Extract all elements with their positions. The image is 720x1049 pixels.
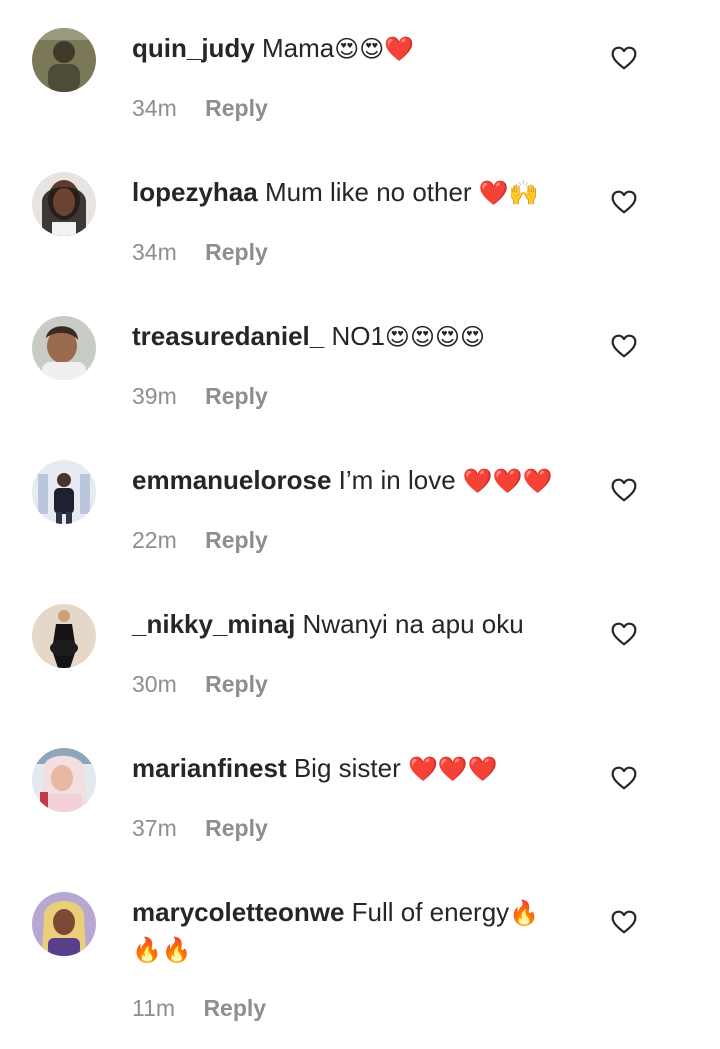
heart-outline-icon[interactable] — [611, 478, 637, 502]
heart-outline-icon[interactable] — [611, 334, 637, 358]
comment-username[interactable]: quin_judy — [132, 33, 255, 63]
comment-text: marycoletteonwe Full of energy🔥🔥🔥 — [132, 894, 562, 968]
heart-outline-icon[interactable] — [611, 766, 637, 790]
comment-meta: 22m Reply — [132, 526, 268, 554]
comment-text: lopezyhaa Mum like no other ❤️🙌 — [132, 174, 572, 211]
avatar[interactable] — [32, 316, 96, 380]
comment-meta: 34m Reply — [132, 94, 268, 122]
comment-text: quin_judy Mama😍😍❤️ — [132, 30, 572, 67]
heart-outline-icon[interactable] — [611, 622, 637, 646]
comment-meta: 37m Reply — [132, 814, 268, 842]
comment-meta: 39m Reply — [132, 382, 268, 410]
comment-text: treasuredaniel_ NO1😍😍😍😍 — [132, 318, 572, 355]
comment-username[interactable]: marianfinest — [132, 753, 287, 783]
avatar[interactable] — [32, 172, 96, 236]
comment-body: I’m in love — [338, 465, 463, 495]
comment-emoji: 😍😍❤️ — [334, 35, 415, 63]
comment-body: Big sister — [293, 753, 408, 783]
reply-button[interactable]: Reply — [203, 995, 266, 1021]
comment-username[interactable]: _nikky_minaj — [132, 609, 295, 639]
avatar[interactable] — [32, 28, 96, 92]
reply-button[interactable]: Reply — [205, 95, 268, 121]
comment-meta: 34m Reply — [132, 238, 268, 266]
comment-text: _nikky_minaj Nwanyi na apu oku — [132, 606, 572, 643]
comment-body: Mama — [262, 33, 335, 63]
comment-username[interactable]: emmanuelorose — [132, 465, 331, 495]
reply-button[interactable]: Reply — [205, 815, 268, 841]
comment-timestamp: 34m — [132, 239, 177, 265]
avatar[interactable] — [32, 892, 96, 956]
heart-outline-icon[interactable] — [611, 190, 637, 214]
avatar[interactable] — [32, 748, 96, 812]
reply-button[interactable]: Reply — [205, 527, 268, 553]
comment-timestamp: 39m — [132, 383, 177, 409]
comment-timestamp: 11m — [132, 995, 176, 1021]
reply-button[interactable]: Reply — [205, 239, 268, 265]
avatar[interactable] — [32, 604, 96, 668]
comment-body: Nwanyi na apu oku — [302, 609, 524, 639]
comment-timestamp: 34m — [132, 95, 177, 121]
heart-outline-icon[interactable] — [611, 910, 637, 934]
comment-text: emmanuelorose I’m in love ❤️❤️❤️ — [132, 462, 572, 499]
comment-body: NO1 — [331, 321, 385, 351]
heart-outline-icon[interactable] — [611, 46, 637, 70]
comment-emoji: 😍😍😍😍 — [384, 323, 485, 351]
comment-emoji: ❤️❤️❤️ — [408, 755, 498, 783]
comment-timestamp: 37m — [132, 815, 177, 841]
comment-body: Full of energy — [351, 897, 510, 927]
comment-timestamp: 22m — [132, 527, 177, 553]
comment-username[interactable]: marycoletteonwe — [132, 897, 344, 927]
comment-meta: 30m Reply — [132, 670, 268, 698]
avatar[interactable] — [32, 460, 96, 524]
comment-emoji: ❤️❤️❤️ — [462, 467, 553, 495]
comment-username[interactable]: treasuredaniel_ — [132, 321, 324, 351]
comment-meta: 11m Reply — [132, 994, 266, 1022]
reply-button[interactable]: Reply — [205, 671, 268, 697]
reply-button[interactable]: Reply — [205, 383, 268, 409]
comment-text: marianfinest Big sister ❤️❤️❤️ — [132, 750, 572, 787]
comment-timestamp: 30m — [132, 671, 177, 697]
comment-body: Mum like no other — [264, 177, 479, 207]
comment-emoji: ❤️🙌 — [478, 179, 539, 207]
comment-username[interactable]: lopezyhaa — [132, 177, 258, 207]
